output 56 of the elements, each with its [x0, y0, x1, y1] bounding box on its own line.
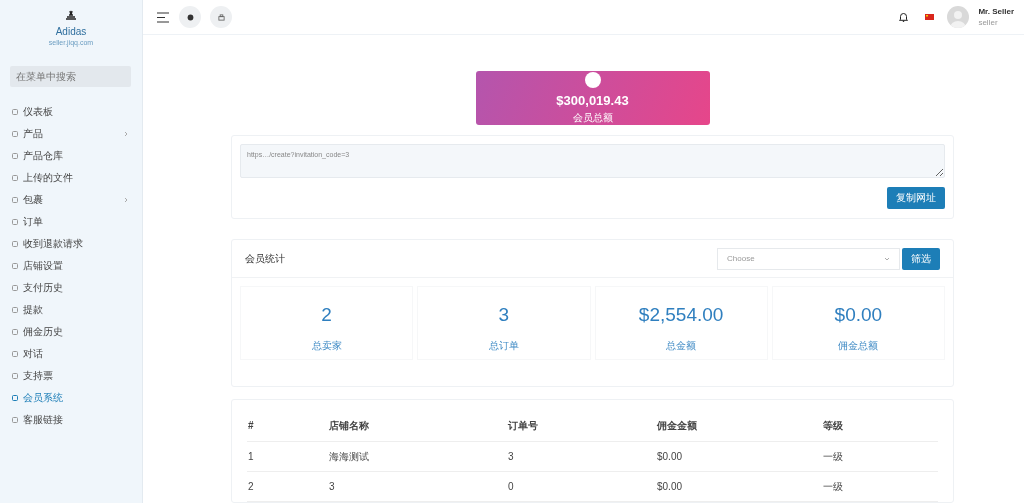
- filter-button[interactable]: 筛选: [902, 247, 940, 270]
- print-button[interactable]: [210, 6, 232, 28]
- sidebar-item[interactable]: 对话: [0, 343, 142, 365]
- balance-label: 会员总额: [572, 110, 613, 125]
- sidebar-item[interactable]: 支付历史: [0, 277, 142, 299]
- column-header: #: [247, 410, 328, 442]
- sidebar-item[interactable]: 客服链接: [0, 409, 142, 431]
- stats-title: 会员统计: [245, 251, 286, 266]
- copy-url-button[interactable]: 复制网址: [887, 187, 945, 209]
- table-cell: 2: [247, 471, 328, 502]
- column-header: 佣金金额: [656, 410, 822, 442]
- stat-label: 总订单: [488, 339, 519, 353]
- brand-logo-icon: [65, 10, 77, 20]
- sidebar-item[interactable]: 提款: [0, 299, 142, 321]
- sidebar-item[interactable]: 会员系统: [0, 387, 142, 409]
- sidebar-item[interactable]: 收到退款请求: [0, 233, 142, 255]
- sidebar-item[interactable]: 产品仓库: [0, 145, 142, 167]
- stat-label: 总卖家: [311, 339, 342, 353]
- table-cell: 3: [328, 471, 507, 502]
- column-header: 等级: [822, 410, 938, 442]
- sidebar-item[interactable]: 包裹: [0, 189, 142, 211]
- printer-icon: [217, 13, 225, 21]
- stat-value: $2,554.00: [638, 304, 724, 326]
- stat-label: 佣金总额: [838, 339, 879, 353]
- sidebar-item[interactable]: 佣金历史: [0, 321, 142, 343]
- balance-amount: $300,019.43: [556, 92, 629, 108]
- stat-value: 2: [321, 304, 332, 326]
- column-header: 订单号: [507, 410, 656, 442]
- globe-button[interactable]: [179, 6, 201, 28]
- sidebar-item[interactable]: 上传的文件: [0, 167, 142, 189]
- circle-icon: [584, 71, 601, 88]
- menu-icon[interactable]: [156, 11, 170, 23]
- table-cell: $0.00: [656, 471, 822, 502]
- menu-search-field[interactable]: 在菜单中搜索: [10, 66, 131, 87]
- stat-label: 总金额: [666, 339, 697, 353]
- table-cell: 海海测试: [328, 441, 507, 472]
- stat-value: $0.00: [834, 304, 883, 326]
- user-name: Mr. Seller: [978, 7, 1014, 16]
- flag-icon[interactable]: [925, 14, 935, 20]
- sidebar-item[interactable]: 店铺设置: [0, 255, 142, 277]
- sidebar-item[interactable]: 仪表板: [0, 101, 142, 123]
- sidebar-item[interactable]: 支持票: [0, 365, 142, 387]
- brand-name: Adidas: [54, 26, 88, 37]
- sidebar-item[interactable]: 产品: [0, 123, 142, 145]
- bell-icon[interactable]: [899, 12, 909, 22]
- column-header: 店铺名称: [328, 410, 507, 442]
- table-cell: $0.00: [656, 441, 822, 472]
- table-cell: 一级: [822, 441, 938, 472]
- table-cell: 0: [507, 471, 656, 502]
- table-cell: 1: [247, 441, 328, 472]
- table-cell: 3: [507, 441, 656, 472]
- table-cell: 一级: [822, 471, 938, 502]
- stat-value: 3: [498, 304, 510, 326]
- chevron-icon: [884, 256, 890, 261]
- user-role: seller: [978, 18, 999, 27]
- sidebar-item[interactable]: 订单: [0, 211, 142, 233]
